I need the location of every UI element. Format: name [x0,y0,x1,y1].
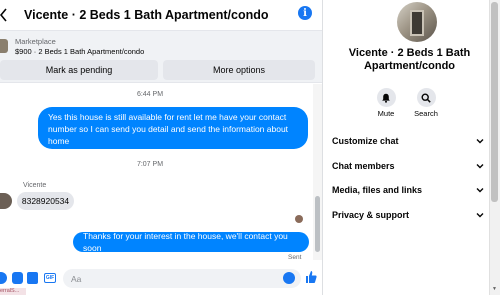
bell-icon [382,93,390,103]
chat-members-row[interactable]: Chat members [332,159,484,173]
back-chevron-icon[interactable] [0,6,8,24]
listing-thumbnail[interactable] [0,39,8,53]
gif-icon[interactable]: GIF [44,273,56,283]
chat-members-label: Chat members [332,161,395,171]
mute-icon-circle [376,88,396,107]
chevron-down-icon [476,164,484,169]
scroll-down-arrow-icon[interactable]: ▼ [491,286,498,292]
message-timestamp: 7:07 PM [136,161,164,168]
message-timestamp: 6:44 PM [136,91,164,98]
media-files-links-row[interactable]: Media, files and links [332,183,484,197]
image-icon[interactable] [27,272,38,284]
search-icon-circle [416,88,436,107]
mark-as-pending-button[interactable]: Mark as pending [0,60,158,80]
chat-header: Vicente · 2 Beds 1 Bath Apartment/condo … [0,0,322,30]
search-button[interactable]: Search [406,88,446,118]
sticker-icon[interactable] [12,272,23,284]
read-receipt-avatar [295,215,303,223]
privacy-support-label: Privacy & support [332,210,410,220]
customize-chat-label: Customize chat [332,136,399,146]
message-input[interactable]: Aa [63,269,301,288]
incoming-message[interactable]: 8328920534 [17,192,74,210]
taskbar-fragment[interactable]: erralS... [0,288,26,295]
more-actions-icon[interactable] [0,272,7,284]
listing-photo [410,10,424,36]
sender-name: Vicente [23,182,47,189]
window-scrollbar-thumb[interactable] [491,2,498,202]
search-label: Search [414,109,438,118]
marketplace-label: Marketplace [15,37,56,46]
mute-button[interactable]: Mute [366,88,406,118]
message-composer: GIF Aa [0,266,322,290]
info-icon[interactable]: i [298,6,312,20]
privacy-support-row[interactable]: Privacy & support [332,208,484,222]
chevron-down-icon [476,139,484,144]
chevron-down-icon [476,188,484,193]
customize-chat-row[interactable]: Customize chat [332,134,484,148]
search-icon [421,92,431,103]
sender-avatar[interactable] [0,193,12,209]
thumbs-up-icon[interactable] [305,270,317,284]
more-options-button[interactable]: More options [163,60,315,80]
outgoing-message[interactable]: Thanks for your interest in the house, w… [73,231,309,253]
emoji-icon[interactable] [283,272,295,284]
chat-scrollbar-thumb[interactable] [315,196,320,252]
outgoing-message[interactable]: Yes this house is still available for re… [38,107,308,149]
chat-pane: Vicente · 2 Beds 1 Bath Apartment/condo … [0,0,322,295]
media-files-links-label: Media, files and links [332,185,423,195]
mute-label: Mute [377,109,395,118]
details-title: Vicente · 2 Beds 1 Bath Apartment/condo [348,47,471,72]
chevron-down-icon [476,213,484,218]
listing-avatar[interactable] [397,2,437,42]
sent-status: Sent [288,254,302,261]
conversation-title[interactable]: Vicente · 2 Beds 1 Bath Apartment/condo [24,8,269,22]
listing-summary[interactable]: $900 · 2 Beds 1 Bath Apartment/condo [15,47,144,56]
